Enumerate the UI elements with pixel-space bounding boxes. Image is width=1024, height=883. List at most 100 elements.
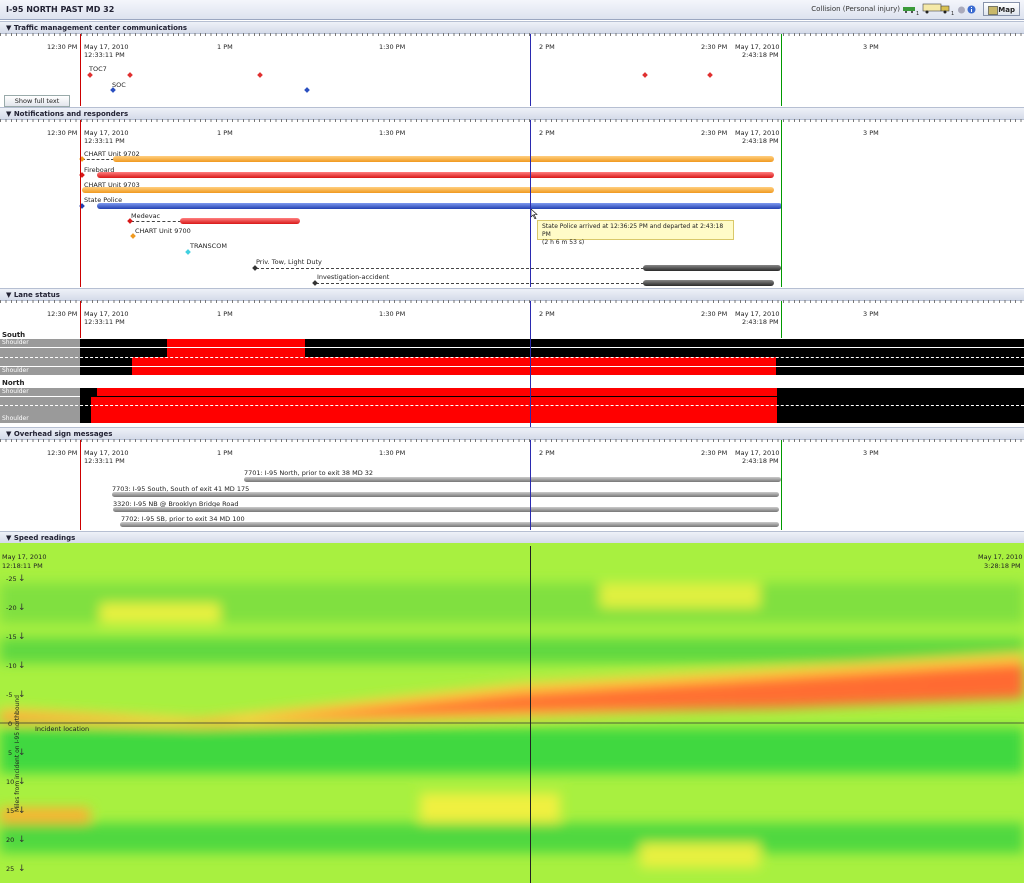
tmc-message-marker[interactable] [127, 72, 133, 78]
truck-count: 1 [951, 11, 955, 17]
incident-end-line [781, 440, 782, 530]
time-tick-label: 2:30 PM [701, 43, 728, 51]
down-arrow-icon: ↓ [18, 632, 26, 642]
tmc-message-marker[interactable] [257, 72, 263, 78]
time-tick-label: 1:30 PM [379, 449, 406, 457]
lane-closure[interactable] [167, 339, 305, 347]
responder-bar[interactable] [97, 172, 774, 178]
down-arrow-icon: ↓ [18, 806, 26, 816]
incident-end-time-label: 2:43:18 PM [742, 318, 779, 326]
speed-heatmap[interactable] [0, 543, 1024, 883]
lane-closure[interactable] [91, 397, 777, 423]
responder-label: Investigation-accident [317, 273, 390, 281]
incident-start-time-label: 12:33:11 PM [84, 51, 125, 59]
time-tick-label: 12:30 PM [47, 449, 78, 457]
info-icon[interactable] [967, 5, 976, 14]
time-cursor-line[interactable] [530, 120, 531, 287]
sign-bar[interactable] [112, 492, 779, 497]
tmc-message-marker[interactable] [304, 87, 310, 93]
responder-bar[interactable] [643, 265, 781, 271]
responder-bar[interactable] [97, 203, 782, 209]
lane-direction-north: North [2, 379, 25, 387]
incident-end-date-label: May 17, 2010 [735, 43, 780, 51]
incident-end-time-label: 2:43:18 PM [742, 51, 779, 59]
responder-bar[interactable] [113, 156, 774, 162]
time-tick-label: 12:30 PM [47, 129, 78, 137]
speed-y-tick-label: -15 [6, 633, 17, 641]
speed-y-tick-label: -5 [6, 691, 13, 699]
down-arrow-icon: ↓ [18, 574, 26, 584]
time-axis [0, 33, 1024, 36]
lane-label-shoulder: Shoulder [0, 415, 80, 423]
lane-label-shoulder: Shoulder [0, 367, 80, 375]
time-tick-label: 1 PM [217, 449, 233, 457]
show-full-text-button[interactable]: Show full text [4, 95, 70, 107]
car-icon [903, 7, 915, 13]
incident-start-time-label: 12:33:11 PM [84, 318, 125, 326]
down-arrow-icon: ↓ [18, 864, 26, 874]
responder-marker[interactable] [312, 280, 318, 286]
time-tick-label: 12:30 PM [47, 43, 78, 51]
mouse-cursor-icon [531, 209, 538, 219]
incident-start-date-label: May 17, 2010 [84, 43, 129, 51]
incident-end-date-label: May 17, 2010 [735, 310, 780, 318]
speed-y-tick-label: -10 [6, 662, 17, 670]
responder-dispatch-line [256, 268, 644, 269]
time-cursor-line[interactable] [530, 546, 531, 883]
incident-start-line [80, 440, 81, 530]
lane-closure[interactable] [97, 388, 777, 396]
lane-closure[interactable] [167, 348, 305, 357]
tmc-message-marker[interactable] [87, 72, 93, 78]
time-tick-label: 3 PM [863, 129, 879, 137]
lane-direction-south: South [2, 331, 26, 339]
section-title: Notifications and responders [13, 110, 129, 118]
time-tick-label: 3 PM [863, 310, 879, 318]
time-cursor-line[interactable] [530, 301, 531, 427]
sign-bar[interactable] [120, 522, 779, 527]
lane-divider [0, 357, 1024, 358]
tmc-message-marker[interactable] [707, 72, 713, 78]
responder-bar[interactable] [643, 280, 774, 286]
time-tick-label: 3 PM [863, 449, 879, 457]
section-title: Lane status [13, 291, 60, 299]
incident-end-time-label: 2:43:18 PM [742, 137, 779, 145]
responder-bar[interactable] [180, 218, 300, 224]
tmc-message-marker[interactable] [642, 72, 648, 78]
time-cursor-line[interactable] [530, 34, 531, 106]
responder-marker[interactable] [252, 265, 258, 271]
lane-label-shoulder: Shoulder [0, 339, 80, 347]
tooltip-line: State Police arrived at 12:36:25 PM and … [542, 223, 724, 238]
incident-end-date-label: May 17, 2010 [735, 129, 780, 137]
time-tick-label: 2:30 PM [701, 449, 728, 457]
map-button[interactable]: Map [983, 2, 1020, 16]
lane-divider [0, 405, 1024, 406]
sign-bar[interactable] [244, 477, 781, 482]
responder-tooltip: State Police arrived at 12:36:25 PM and … [537, 220, 734, 246]
incident-start-time-label: 12:33:11 PM [84, 137, 125, 145]
time-cursor-line[interactable] [530, 440, 531, 530]
section-title: Overhead sign messages [13, 430, 113, 438]
responder-bar[interactable] [82, 187, 774, 193]
incident-start-line [80, 301, 81, 338]
sign-bar[interactable] [113, 507, 779, 512]
map-icon [988, 6, 998, 15]
speed-y-tick-label: 0 [8, 720, 13, 728]
speed-end-time: 3:28:18 PM [984, 562, 1021, 570]
lane-closure[interactable] [132, 367, 776, 375]
title-bar: I-95 NORTH PAST MD 32 Collision (Persona… [0, 0, 1024, 20]
time-axis [0, 439, 1024, 442]
section-title: Speed readings [13, 534, 76, 542]
time-tick-label: 1 PM [217, 310, 233, 318]
incident-end-line [781, 301, 782, 338]
down-arrow-icon: ↓ [18, 690, 26, 700]
map-button-label: Map [998, 6, 1015, 14]
speed-y-tick-label: 20 [6, 836, 15, 844]
down-arrow-icon: ↓ [18, 603, 26, 613]
speed-y-tick-label: -25 [6, 575, 17, 583]
speed-end-date: May 17, 2010 [978, 553, 1023, 561]
lane-closure[interactable] [132, 357, 776, 366]
time-tick-label: 2 PM [539, 449, 555, 457]
incident-start-date-label: May 17, 2010 [84, 449, 129, 457]
incident-start-time-label: 12:33:11 PM [84, 457, 125, 465]
responder-marker[interactable] [185, 249, 191, 255]
